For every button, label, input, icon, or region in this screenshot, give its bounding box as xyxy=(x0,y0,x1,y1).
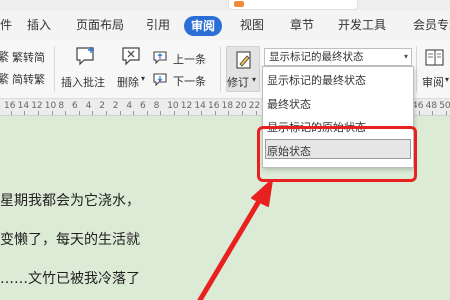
annotation-arrow xyxy=(197,179,273,300)
